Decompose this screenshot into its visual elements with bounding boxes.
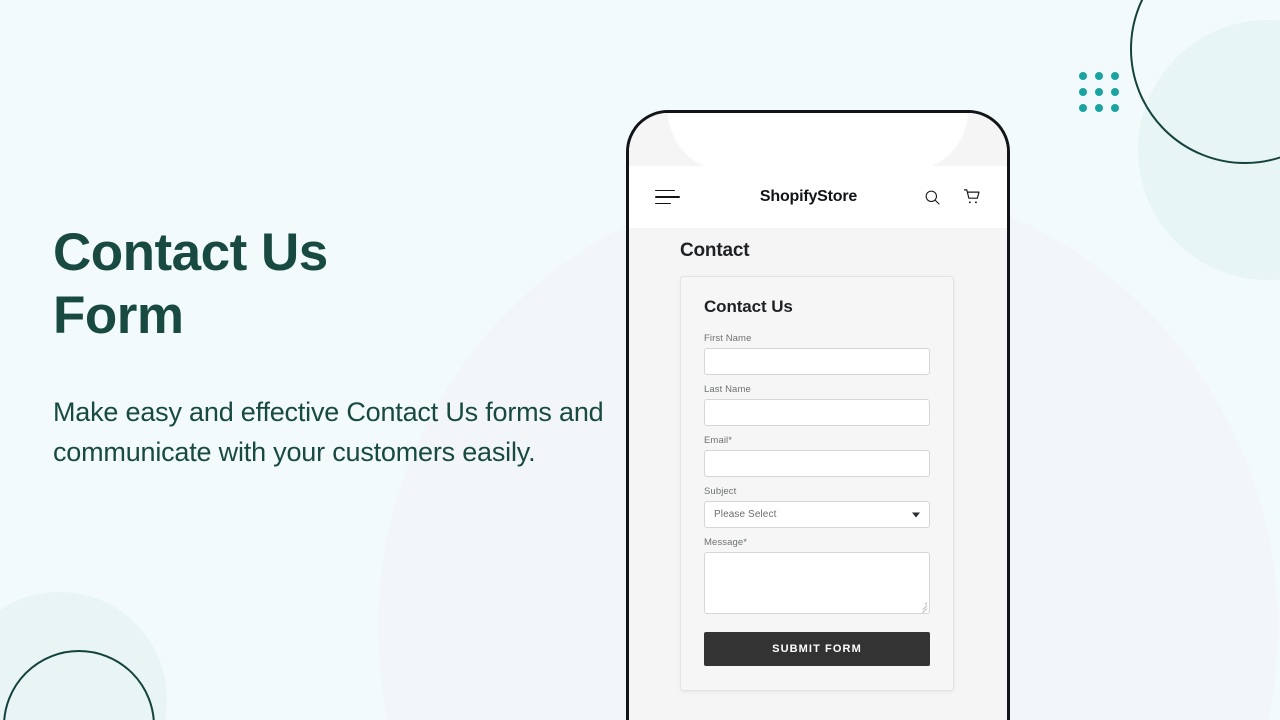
dot-grid-dot [1079, 88, 1087, 96]
phone-mockup: ShopifyStore Contact Contact Us First Na… [626, 110, 1010, 720]
last-name-label: Last Name [704, 384, 751, 395]
phone-screen: ShopifyStore Contact Contact Us First Na… [629, 113, 1007, 720]
page-title: Contact Us Form [53, 223, 328, 345]
search-icon[interactable] [924, 189, 941, 206]
dot-grid-dot [1079, 72, 1087, 80]
hero-copy: Contact Us Form Make easy and effective … [53, 222, 613, 473]
form-title: Contact Us [704, 297, 793, 316]
dot-grid-dot [1111, 104, 1119, 112]
first-name-label: First Name [704, 333, 752, 344]
email-input[interactable] [704, 450, 930, 477]
dot-grid-dot [1095, 88, 1103, 96]
cart-icon[interactable] [963, 188, 981, 206]
dot-grid-dot [1111, 88, 1119, 96]
hamburger-line [655, 202, 671, 205]
message-textarea[interactable] [704, 552, 930, 614]
hero-stage: Contact Us Form Make easy and effective … [0, 0, 1280, 720]
contact-form-card: Contact Us First Name Last Name Email* S… [680, 276, 954, 691]
subject-label: Subject [704, 486, 737, 497]
message-label: Message* [704, 537, 748, 548]
dot-grid-dot [1111, 72, 1119, 80]
store-name: ShopifyStore [759, 188, 858, 205]
last-name-input[interactable] [704, 399, 930, 426]
store-header-bar: ShopifyStore [629, 166, 1007, 228]
chevron-down-icon [912, 512, 920, 517]
resize-handle-icon[interactable] [917, 601, 928, 613]
dot-grid-dot [1079, 104, 1087, 112]
submit-form-button[interactable]: SUBMIT FORM [704, 632, 930, 666]
first-name-input[interactable] [704, 348, 930, 375]
phone-notch-area [668, 113, 968, 171]
subject-select-value: Please Select [714, 509, 777, 520]
contact-page-heading: Contact [680, 240, 750, 261]
hamburger-line [655, 189, 675, 192]
subject-select[interactable]: Please Select [704, 501, 930, 528]
store-bar-icons [924, 188, 981, 206]
hamburger-icon[interactable] [655, 189, 681, 205]
dot-grid-dot [1095, 104, 1103, 112]
hamburger-line [655, 196, 680, 198]
email-label: Email* [704, 435, 733, 446]
hero-subcopy: Make easy and effective Contact Us forms… [53, 397, 604, 468]
dot-grid-dot [1095, 72, 1103, 80]
dot-grid-icon [1079, 72, 1119, 112]
